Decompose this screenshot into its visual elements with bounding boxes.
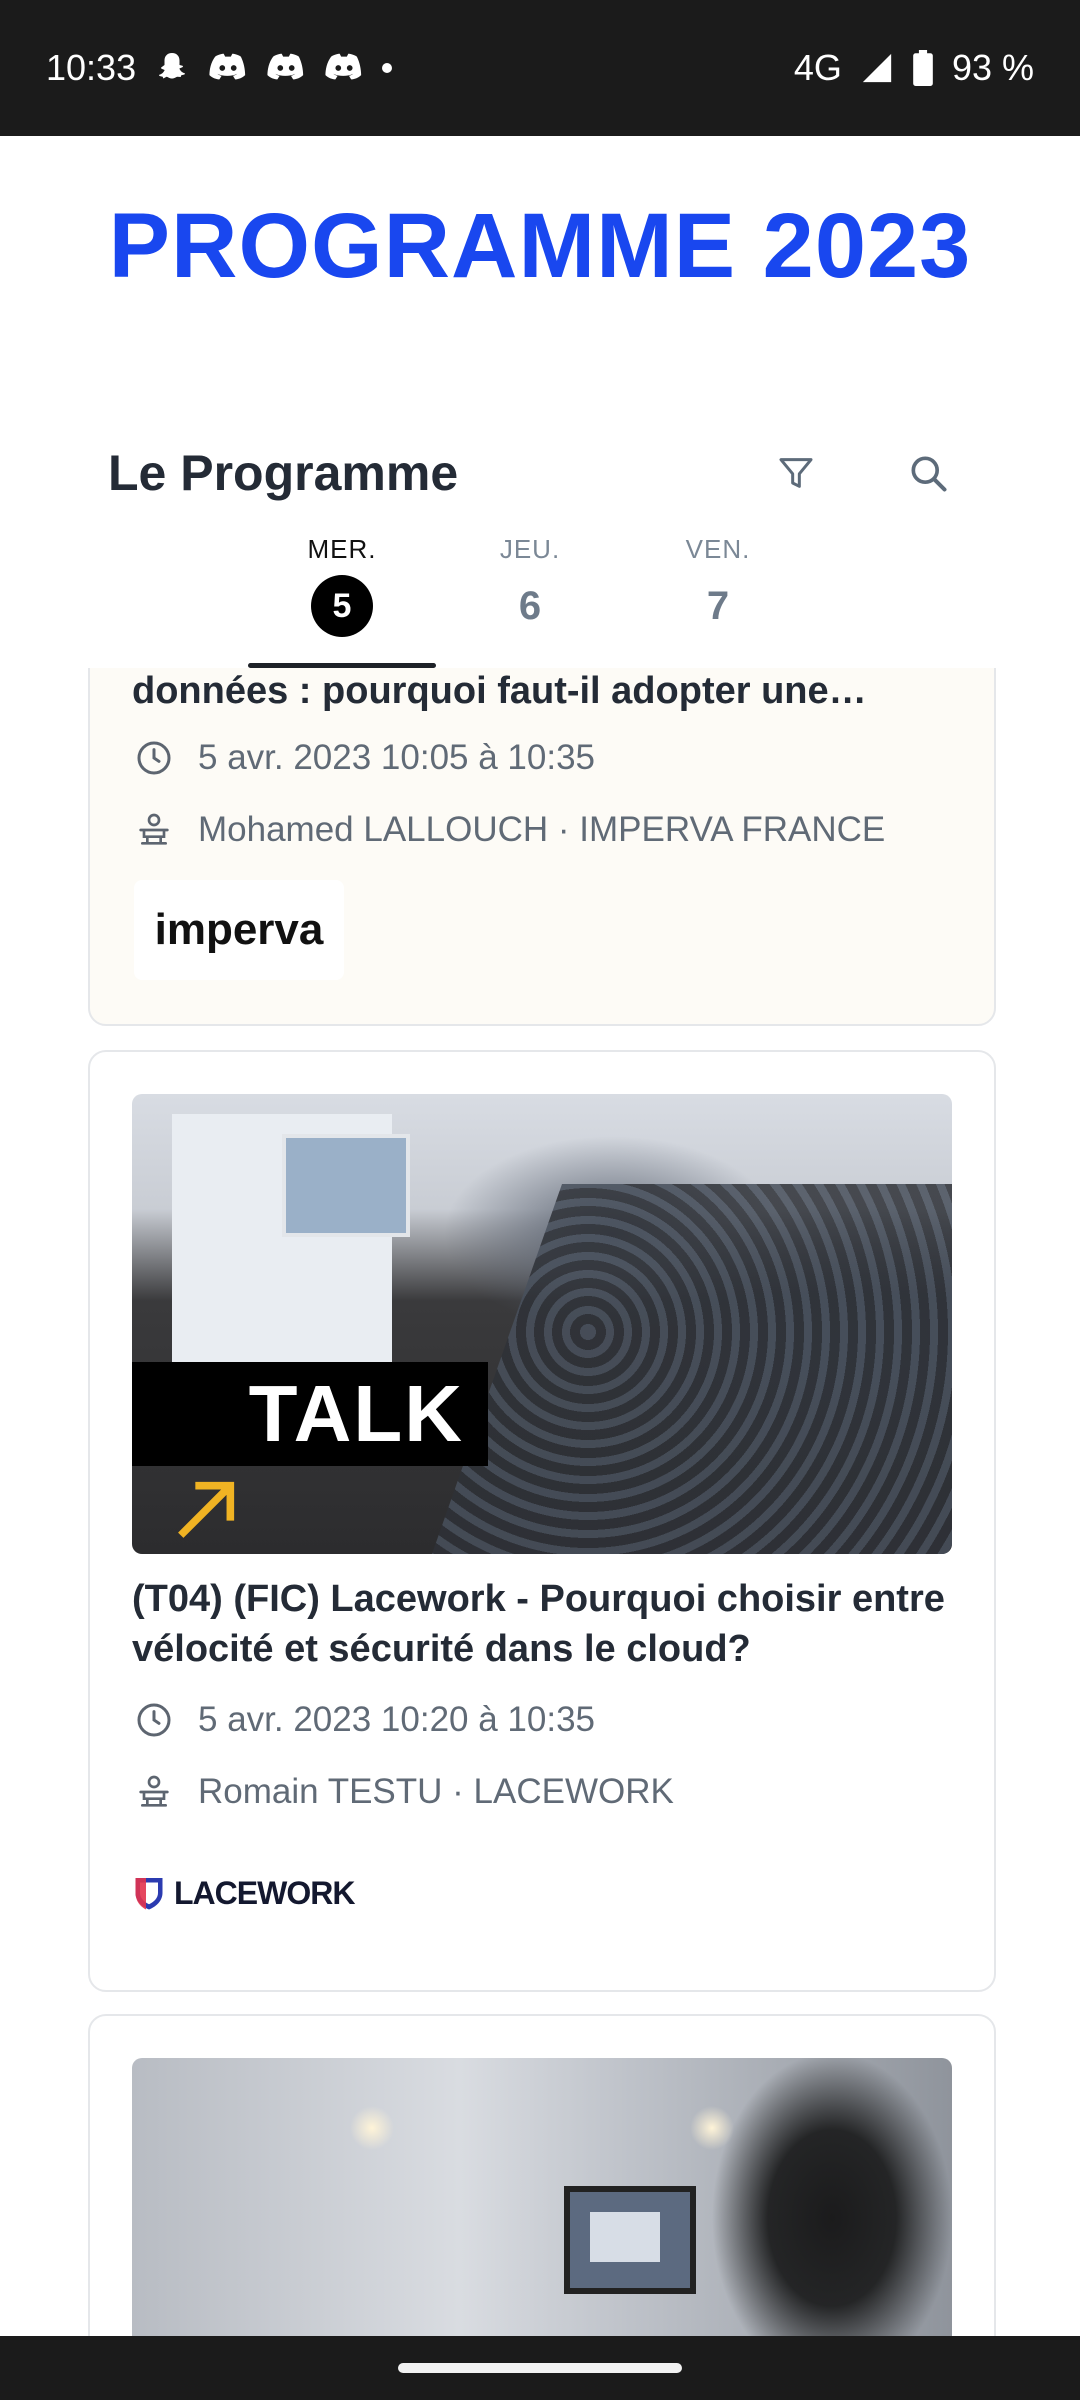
day-number: 5 — [311, 575, 373, 637]
status-left: 10:33 — [46, 47, 393, 89]
day-number: 7 — [706, 583, 730, 628]
session-speaker-text: Mohamed LALLOUCH · IMPERVA FRANCE — [198, 810, 886, 849]
lacework-logo-text: LACEWORK — [174, 1874, 355, 1911]
session-speaker: Romain TESTU · LACEWORK — [134, 1772, 674, 1812]
day-label: JEU. — [499, 534, 561, 564]
session-time-text: 5 avr. 2023 10:05 à 10:35 — [198, 738, 595, 777]
battery-level: 93 % — [951, 47, 1034, 88]
sponsor-logo: imperva — [134, 880, 344, 980]
imperva-logo-text: imperva — [154, 905, 324, 954]
day-label: VEN. — [685, 534, 751, 564]
search-button[interactable] — [904, 449, 952, 497]
discord-icon-3 — [325, 53, 362, 80]
session-title: données : pourquoi faut-il adopter une… — [132, 670, 867, 712]
signal-icon — [862, 53, 892, 83]
speaker-icon — [139, 813, 169, 845]
session-speaker: Mohamed LALLOUCH · IMPERVA FRANCE — [134, 810, 885, 850]
session-image — [132, 2058, 952, 2336]
battery-icon — [913, 50, 933, 86]
lacework-shield-icon — [135, 1878, 163, 1910]
session-image: TALK — [132, 1094, 952, 1554]
session-card[interactable] — [88, 2014, 996, 2336]
speaker-icon — [139, 1775, 169, 1807]
section-title: Le Programme — [108, 445, 459, 501]
tab-day-wednesday[interactable]: MER. 5 — [248, 534, 436, 668]
snapchat-icon — [159, 53, 186, 79]
day-label: MER. — [307, 534, 377, 564]
toolbar-actions — [772, 449, 952, 497]
session-list[interactable]: données : pourquoi faut-il adopter une… … — [0, 668, 1080, 2336]
session-time: 5 avr. 2023 10:20 à 10:35 — [134, 1700, 595, 1740]
session-title: (T04) (FIC) Lacework - Pourquoi choisir … — [132, 1578, 945, 1670]
filter-button[interactable] — [772, 449, 820, 497]
stage-screen — [282, 1134, 410, 1237]
day-number: 6 — [518, 583, 542, 628]
day-tabs: MER. 5 JEU. 6 VEN. 7 — [248, 534, 812, 668]
status-time: 10:33 — [46, 47, 137, 88]
clock-icon — [137, 1703, 171, 1737]
discord-icon-2 — [267, 53, 304, 80]
clock-icon — [137, 741, 171, 775]
tab-day-friday[interactable]: VEN. 7 — [624, 534, 812, 668]
session-card[interactable]: données : pourquoi faut-il adopter une… … — [88, 668, 996, 1026]
sponsor-logo: LACEWORK — [134, 1874, 355, 1912]
audience — [432, 1184, 952, 1554]
network-type: 4G — [793, 47, 842, 88]
camera-screen — [564, 2186, 696, 2294]
status-right: 4G 93 % — [794, 47, 1034, 89]
status-bar: 10:33 4G 93 % — [0, 0, 1080, 136]
tab-day-thursday[interactable]: JEU. 6 — [436, 534, 624, 668]
session-time-text: 5 avr. 2023 10:20 à 10:35 — [198, 1700, 595, 1739]
programme-toolbar: Le Programme — [108, 438, 972, 508]
home-gesture-handle[interactable] — [398, 2363, 682, 2373]
filter-icon — [779, 458, 813, 488]
session-speaker-text: Romain TESTU · LACEWORK — [198, 1772, 674, 1811]
notification-dot-icon — [382, 63, 393, 73]
system-nav-bar — [0, 2336, 1080, 2400]
talk-banner: TALK — [132, 1362, 488, 1466]
discord-icon — [209, 53, 246, 80]
talk-label: TALK — [248, 1369, 464, 1458]
session-card[interactable]: TALK (T04) (FIC) Lacework - Pourquoi cho… — [88, 1050, 996, 1992]
session-time: 5 avr. 2023 10:05 à 10:35 — [134, 738, 595, 778]
search-icon — [911, 456, 947, 492]
page-title: PROGRAMME 2023 — [108, 195, 972, 297]
arrow-up-right-icon — [178, 1481, 235, 1538]
